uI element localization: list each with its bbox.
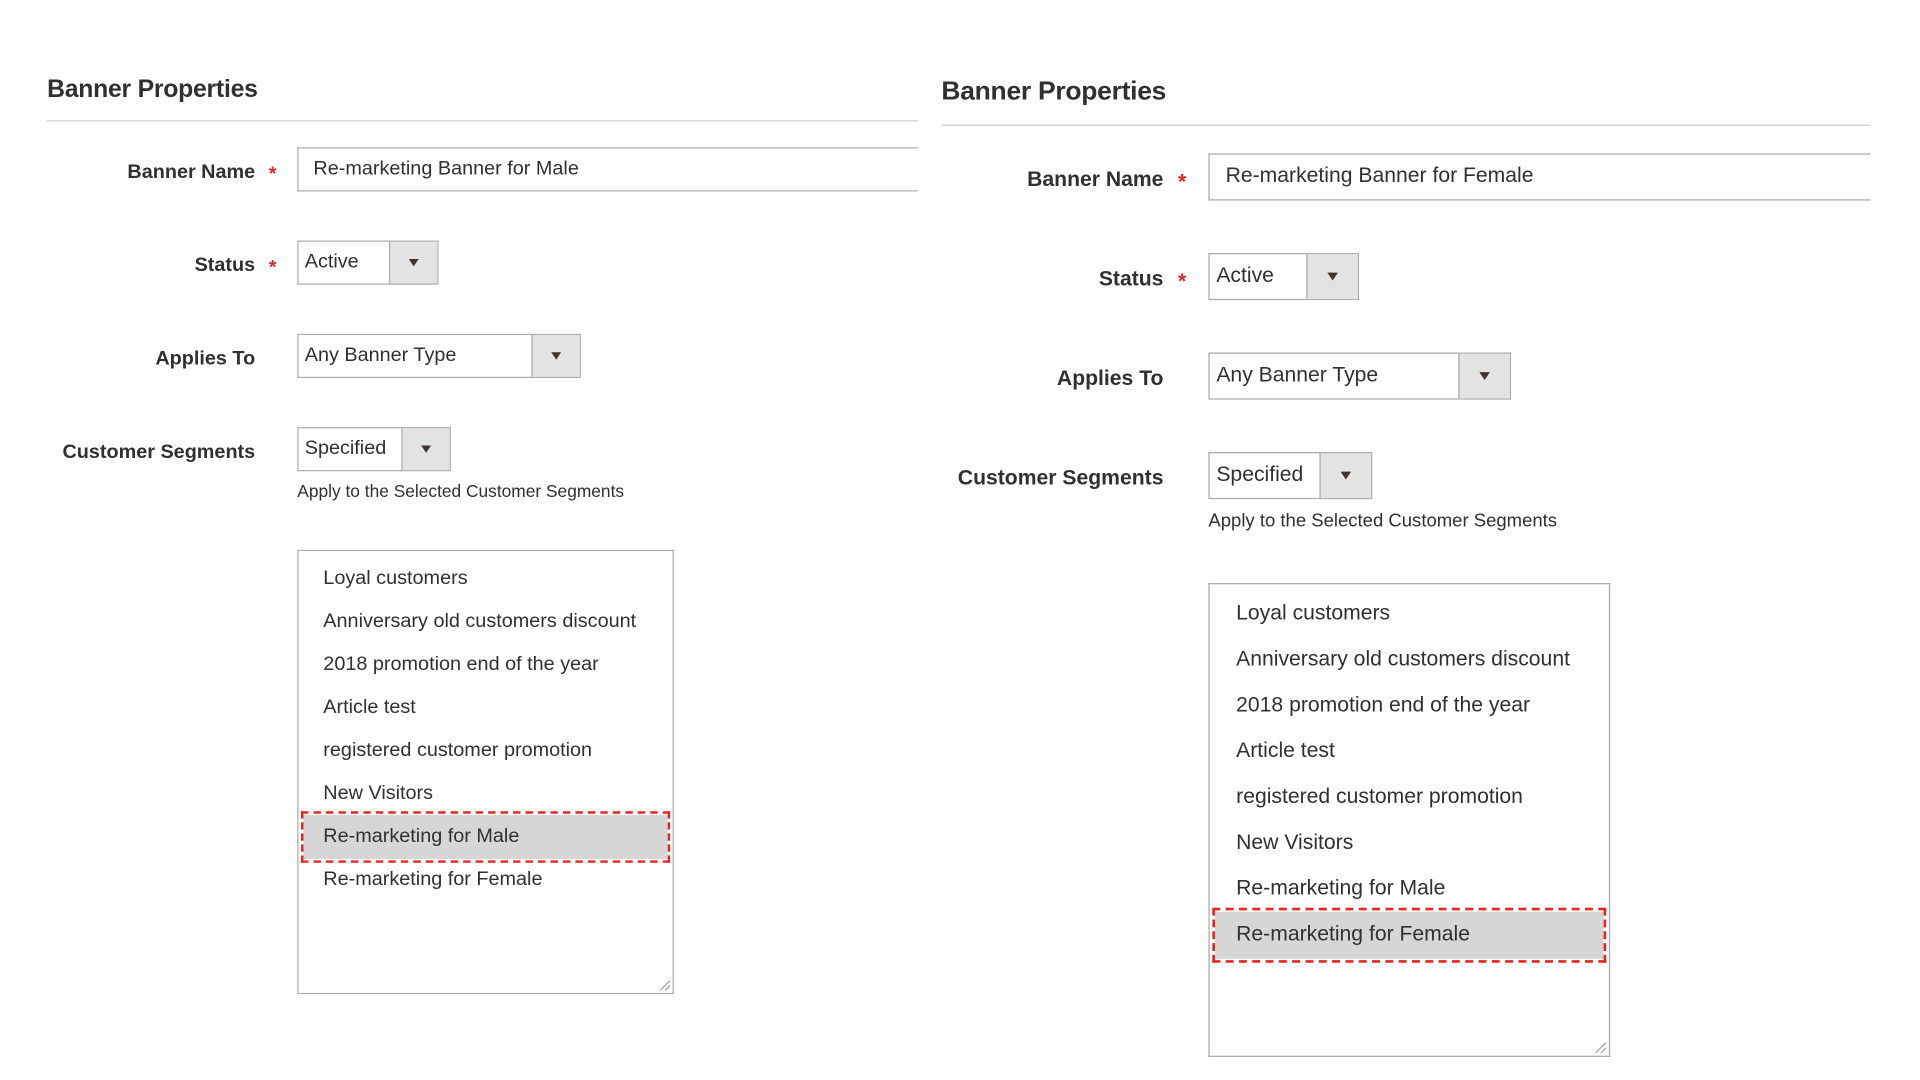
banner-properties-panel-male: Banner Properties Banner Name * Re-marke… [47,74,918,1007]
section-divider [941,124,1871,126]
applies-to-value: Any Banner Type [304,344,457,366]
required-asterisk: * [268,164,277,186]
banner-properties-panel-female: Banner Properties Banner Name * Re-marke… [941,75,1871,1070]
customer-segments-note: Apply to the Selected Customer Segments [1208,509,1558,531]
section-divider [47,120,918,122]
chevron-down-icon[interactable] [1319,453,1371,498]
customer-segments-label: Customer Segments [62,441,256,463]
list-item[interactable]: 2018 promotion end of the year [1215,682,1604,729]
customer-segments-listbox[interactable]: Loyal customers Anniversary old customers… [297,549,674,995]
status-value: Active [304,251,359,273]
chevron-down-icon[interactable] [531,335,580,377]
section-title: Banner Properties [47,76,258,104]
status-label: Status [1098,268,1164,291]
list-item[interactable]: Anniversary old customers discount [1215,637,1604,684]
status-label: Status [194,255,256,277]
chevron-down-icon[interactable] [1306,254,1358,299]
applies-to-select[interactable]: Any Banner Type [297,333,581,379]
chevron-down-icon[interactable] [401,428,450,471]
customer-segments-label: Customer Segments [957,467,1164,490]
list-item[interactable]: Loyal customers [1215,591,1604,638]
list-item[interactable]: Anniversary old customers discount [303,600,667,644]
customer-segments-value: Specified [304,438,387,460]
list-item[interactable]: Article test [1215,728,1604,775]
required-asterisk: * [1177,271,1187,294]
required-asterisk: * [268,257,277,279]
applies-to-select[interactable]: Any Banner Type [1208,352,1512,400]
applies-to-label: Applies To [155,348,256,370]
chevron-down-icon[interactable] [1458,353,1510,399]
banner-name-input[interactable]: Re-marketing Banner for Male [297,147,918,192]
list-item[interactable]: New Visitors [303,772,667,816]
screenshot-stage: Banner Properties Banner Name * Re-marke… [0,0,1920,1080]
banner-name-input[interactable]: Re-marketing Banner for Female [1208,153,1871,201]
resize-handle-icon[interactable] [660,980,671,991]
list-item[interactable]: registered customer promotion [303,729,667,773]
customer-segments-select[interactable]: Specified [297,427,451,472]
customer-segments-note: Apply to the Selected Customer Segments [297,481,625,501]
list-item[interactable]: Re-marketing for Female [303,858,667,902]
list-item-selected[interactable]: Re-marketing for Female [1212,907,1607,963]
applies-to-value: Any Banner Type [1216,364,1379,387]
list-item[interactable]: Re-marketing for Male [1215,866,1604,913]
customer-segments-listbox[interactable]: Loyal customers Anniversary old customers… [1208,582,1611,1058]
customer-segments-select[interactable]: Specified [1208,452,1373,500]
list-item-selected[interactable]: Re-marketing for Male [301,811,671,863]
resize-handle-icon[interactable] [1595,1042,1607,1054]
section-title: Banner Properties [941,77,1167,107]
list-item[interactable]: 2018 promotion end of the year [303,643,667,687]
required-asterisk: * [1177,171,1187,194]
list-item[interactable]: Loyal customers [303,557,667,601]
applies-to-label: Applies To [1056,368,1164,391]
chevron-down-icon[interactable] [388,241,438,284]
list-item[interactable]: registered customer promotion [1215,774,1604,821]
list-item[interactable]: New Visitors [1215,820,1604,867]
customer-segments-value: Specified [1216,463,1304,487]
list-item[interactable]: Article test [303,686,667,730]
status-select[interactable]: Active [297,240,439,285]
status-select[interactable]: Active [1208,252,1360,301]
banner-name-label: Banner Name [1027,169,1164,192]
banner-name-label: Banner Name [127,162,256,183]
status-value: Active [1216,264,1274,288]
